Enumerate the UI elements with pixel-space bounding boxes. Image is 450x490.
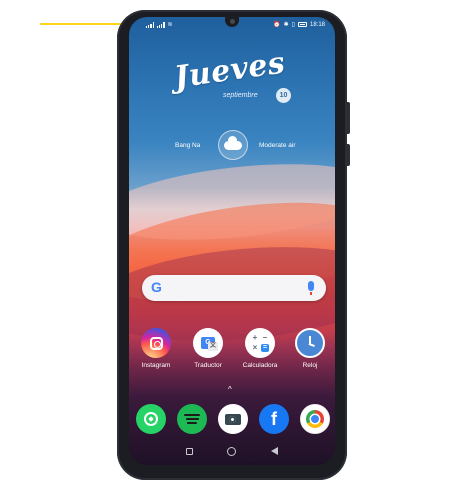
app-reloj[interactable]: Reloj — [285, 328, 335, 369]
camera-icon[interactable] — [218, 404, 248, 434]
battery-icon — [297, 22, 307, 27]
back-icon[interactable] — [271, 447, 278, 455]
power-button[interactable] — [347, 144, 350, 166]
navigation-bar — [129, 444, 335, 460]
weather-location: Bang Na — [175, 142, 201, 149]
chevron-up-icon[interactable]: ^ — [228, 385, 232, 394]
app-row: Instagram G Traductor +− ×= Calculadora … — [129, 328, 335, 378]
bluetooth-icon: ✱ — [283, 22, 289, 28]
vibrate-icon: ▯ — [291, 22, 295, 28]
weather-widget[interactable] — [218, 130, 248, 160]
facebook-icon[interactable]: f — [259, 404, 289, 434]
home-icon[interactable] — [227, 447, 236, 456]
app-instagram[interactable]: Instagram — [131, 328, 181, 369]
clock-icon — [295, 328, 325, 358]
app-label: Traductor — [194, 362, 222, 369]
google-search-bar[interactable]: G — [142, 275, 326, 301]
status-bar[interactable]: ≋ ⏰ ✱ ▯ 18:18 — [129, 21, 335, 31]
translate-icon: G — [193, 328, 223, 358]
dock: f — [129, 404, 335, 438]
calculator-icon: + − × = — [245, 328, 275, 358]
signal-icon — [156, 22, 165, 28]
spotify-icon[interactable] — [177, 404, 207, 434]
volume-button[interactable] — [347, 102, 350, 134]
signal-icon — [146, 22, 154, 28]
app-label: Reloj — [302, 362, 318, 369]
mic-icon[interactable] — [308, 281, 314, 295]
weather-condition: Moderate air — [259, 142, 296, 149]
chrome-icon[interactable] — [300, 404, 330, 434]
month-name: septiembre — [223, 92, 258, 99]
wifi-icon: ≋ — [167, 22, 173, 28]
day-name[interactable]: Jueves — [172, 45, 287, 95]
app-label: Calculadora — [242, 362, 278, 369]
app-traductor[interactable]: G Traductor — [183, 328, 233, 369]
whatsapp-icon[interactable] — [136, 404, 166, 434]
annotation-arrow — [40, 23, 132, 25]
google-logo-icon: G — [151, 279, 162, 295]
app-label: Instagram — [141, 362, 171, 369]
alarm-icon: ⏰ — [273, 22, 281, 28]
date-badge: 10 — [276, 88, 291, 103]
instagram-icon — [141, 328, 171, 358]
status-left: ≋ — [146, 21, 173, 28]
app-calculadora[interactable]: + − × = Calculadora — [235, 328, 285, 369]
status-right: ⏰ ✱ ▯ 18:18 — [273, 21, 325, 29]
recents-icon[interactable] — [186, 448, 193, 455]
cloud-icon — [224, 135, 242, 150]
status-time: 18:18 — [309, 21, 325, 28]
home-screen: ≋ ⏰ ✱ ▯ 18:18 Jueves septiembre 10 Bang … — [129, 17, 335, 465]
